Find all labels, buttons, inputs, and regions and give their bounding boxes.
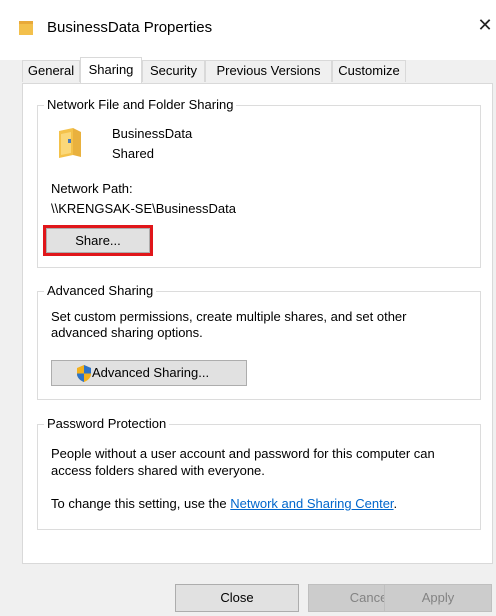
window-title: BusinessData Properties [47, 19, 213, 36]
advanced-sharing-desc-1: Set custom permissions, create multiple … [51, 309, 407, 324]
share-button[interactable]: Share... [46, 228, 150, 253]
network-path-value: \\KRENGSAK-SE\BusinessData [51, 201, 236, 216]
folder-name: BusinessData [112, 126, 193, 141]
tab-sharing[interactable]: Sharing [80, 57, 142, 83]
close-icon[interactable]: ✕ [475, 15, 495, 36]
advanced-sharing-button-label: Advanced Sharing... [92, 365, 210, 380]
tab-customize[interactable]: Customize [332, 60, 406, 82]
network-sharing-center-link[interactable]: Network and Sharing Center [230, 496, 393, 511]
password-protection-text-2: access folders shared with everyone. [51, 463, 265, 478]
password-setting-prefix: To change this setting, use the [51, 496, 231, 511]
uac-shield-icon [77, 365, 91, 382]
folder-icon [19, 21, 33, 35]
apply-button[interactable]: Apply [384, 584, 492, 612]
network-path-label: Network Path: [51, 181, 133, 196]
tab-previous-versions[interactable]: Previous Versions [205, 60, 332, 82]
advanced-sharing-group-label: Advanced Sharing [44, 283, 157, 298]
tab-security[interactable]: Security [142, 60, 205, 82]
network-sharing-group-label: Network File and Folder Sharing [44, 97, 237, 112]
password-protection-text-1: People without a user account and passwo… [51, 446, 435, 461]
close-button[interactable]: Close [175, 584, 299, 612]
folder-status: Shared [112, 146, 154, 161]
password-setting-suffix: . [393, 496, 398, 511]
shared-folder-icon [59, 128, 81, 158]
title-bar: BusinessData Properties ✕ [0, 0, 496, 60]
tab-general[interactable]: General [22, 60, 80, 82]
advanced-sharing-desc-2: advanced sharing options. [51, 325, 203, 340]
password-protection-group-label: Password Protection [44, 416, 170, 431]
tab-strip: General Sharing Security Previous Versio… [22, 57, 492, 84]
advanced-sharing-button[interactable]: Advanced Sharing... [51, 360, 247, 386]
password-setting-line: To change this setting, use the Network … [51, 496, 397, 511]
